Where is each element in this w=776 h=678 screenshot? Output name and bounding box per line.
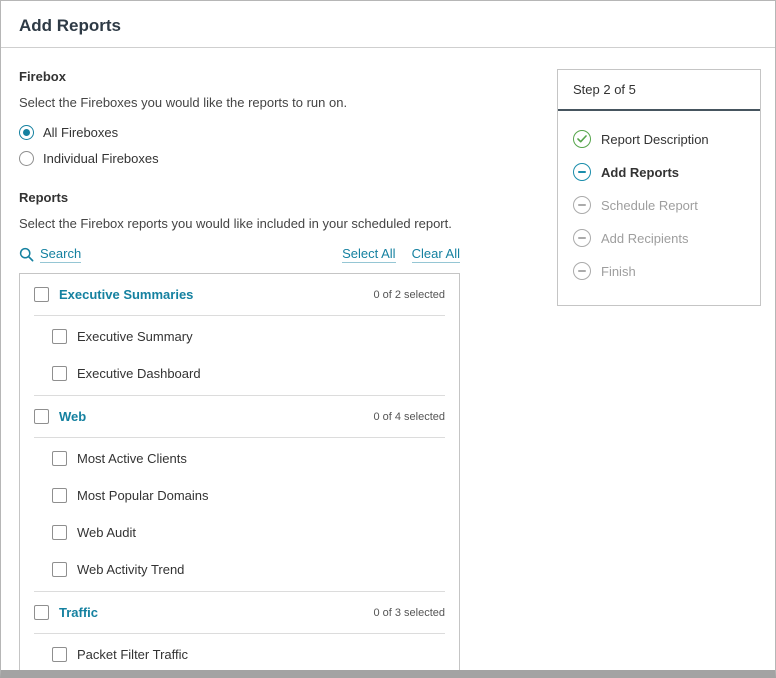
firebox-description: Select the Fireboxes you would like the … xyxy=(19,95,460,110)
search-button[interactable]: Search xyxy=(19,246,81,263)
step-label: Add Recipients xyxy=(601,231,688,246)
report-item[interactable]: Executive Dashboard xyxy=(34,355,445,392)
main-column: Firebox Select the Fireboxes you would l… xyxy=(19,69,460,678)
radio-button-selected-icon[interactable] xyxy=(19,125,34,140)
item-label: Executive Dashboard xyxy=(77,366,201,381)
search-label: Search xyxy=(40,246,81,263)
item-checkbox[interactable] xyxy=(52,451,67,466)
report-group-executive-summaries: Executive Summaries 0 of 2 selected Exec… xyxy=(20,274,459,395)
wizard-step-finish: Finish xyxy=(573,262,745,280)
radio-all-fireboxes[interactable]: All Fireboxes xyxy=(19,125,460,140)
step-current-dash-icon xyxy=(573,163,591,181)
report-group-traffic: Traffic 0 of 3 selected Packet Filter Tr… xyxy=(20,591,459,676)
wizard-step-schedule-report: Schedule Report xyxy=(573,196,745,214)
add-reports-page: Add Reports Firebox Select the Fireboxes… xyxy=(0,0,776,678)
step-label: Report Description xyxy=(601,132,709,147)
radio-individual-fireboxes[interactable]: Individual Fireboxes xyxy=(19,151,460,166)
group-items: Most Active Clients Most Popular Domains… xyxy=(20,438,459,591)
item-checkbox[interactable] xyxy=(52,366,67,381)
report-list: Executive Summaries 0 of 2 selected Exec… xyxy=(19,273,460,677)
wizard-column: Step 2 of 5 Report Description Add Repor… xyxy=(557,69,761,678)
group-items: Executive Summary Executive Dashboard xyxy=(20,316,459,395)
item-label: Executive Summary xyxy=(77,329,193,344)
group-selected-count: 0 of 3 selected xyxy=(373,607,445,619)
radio-label-individual-fireboxes: Individual Fireboxes xyxy=(43,151,159,166)
wizard-step-add-reports: Add Reports xyxy=(573,163,745,181)
wizard-step-report-description: Report Description xyxy=(573,130,745,148)
reports-heading: Reports xyxy=(19,190,460,205)
clear-all-link[interactable]: Clear All xyxy=(412,246,460,263)
wizard-step-list: Report Description Add Reports Schedule … xyxy=(558,111,760,305)
group-name-link[interactable]: Executive Summaries xyxy=(59,287,193,302)
step-label: Finish xyxy=(601,264,636,279)
radio-label-all-fireboxes: All Fireboxes xyxy=(43,125,118,140)
report-item[interactable]: Web Activity Trend xyxy=(34,551,445,588)
firebox-heading: Firebox xyxy=(19,69,460,84)
wizard-panel: Step 2 of 5 Report Description Add Repor… xyxy=(557,69,761,306)
group-name-link[interactable]: Web xyxy=(59,409,86,424)
item-checkbox[interactable] xyxy=(52,488,67,503)
search-icon xyxy=(19,247,34,262)
step-pending-dash-icon xyxy=(573,262,591,280)
item-label: Most Active Clients xyxy=(77,451,187,466)
item-checkbox[interactable] xyxy=(52,562,67,577)
report-group-header: Executive Summaries 0 of 2 selected xyxy=(34,274,445,316)
group-checkbox[interactable] xyxy=(34,287,49,302)
item-label: Web Activity Trend xyxy=(77,562,184,577)
reports-toolbar: Search Select All Clear All xyxy=(19,246,460,263)
item-checkbox[interactable] xyxy=(52,329,67,344)
item-checkbox[interactable] xyxy=(52,647,67,662)
report-group-web: Web 0 of 4 selected Most Active Clients … xyxy=(20,395,459,591)
report-item[interactable]: Executive Summary xyxy=(34,318,445,355)
item-label: Packet Filter Traffic xyxy=(77,647,188,662)
item-checkbox[interactable] xyxy=(52,525,67,540)
select-all-link[interactable]: Select All xyxy=(342,246,395,263)
step-label: Add Reports xyxy=(601,165,679,180)
content-area: Firebox Select the Fireboxes you would l… xyxy=(1,48,775,678)
item-label: Web Audit xyxy=(77,525,136,540)
reports-description: Select the Firebox reports you would lik… xyxy=(19,216,460,231)
group-items: Packet Filter Traffic xyxy=(20,634,459,676)
step-pending-dash-icon xyxy=(573,196,591,214)
step-label: Schedule Report xyxy=(601,198,698,213)
radio-button-unselected-icon[interactable] xyxy=(19,151,34,166)
report-item[interactable]: Most Active Clients xyxy=(34,440,445,477)
step-pending-dash-icon xyxy=(573,229,591,247)
report-group-header: Traffic 0 of 3 selected xyxy=(34,591,445,634)
group-selected-count: 0 of 4 selected xyxy=(373,411,445,423)
report-item[interactable]: Most Popular Domains xyxy=(34,477,445,514)
wizard-step-counter: Step 2 of 5 xyxy=(558,70,760,111)
page-title: Add Reports xyxy=(19,16,757,36)
item-label: Most Popular Domains xyxy=(77,488,209,503)
report-item[interactable]: Web Audit xyxy=(34,514,445,551)
group-selected-count: 0 of 2 selected xyxy=(373,289,445,301)
group-name-link[interactable]: Traffic xyxy=(59,605,98,620)
group-checkbox[interactable] xyxy=(34,409,49,424)
wizard-step-add-recipients: Add Recipients xyxy=(573,229,745,247)
step-complete-check-icon xyxy=(573,130,591,148)
report-item[interactable]: Packet Filter Traffic xyxy=(34,636,445,673)
group-checkbox[interactable] xyxy=(34,605,49,620)
report-group-header: Web 0 of 4 selected xyxy=(34,395,445,438)
page-header: Add Reports xyxy=(1,1,775,48)
